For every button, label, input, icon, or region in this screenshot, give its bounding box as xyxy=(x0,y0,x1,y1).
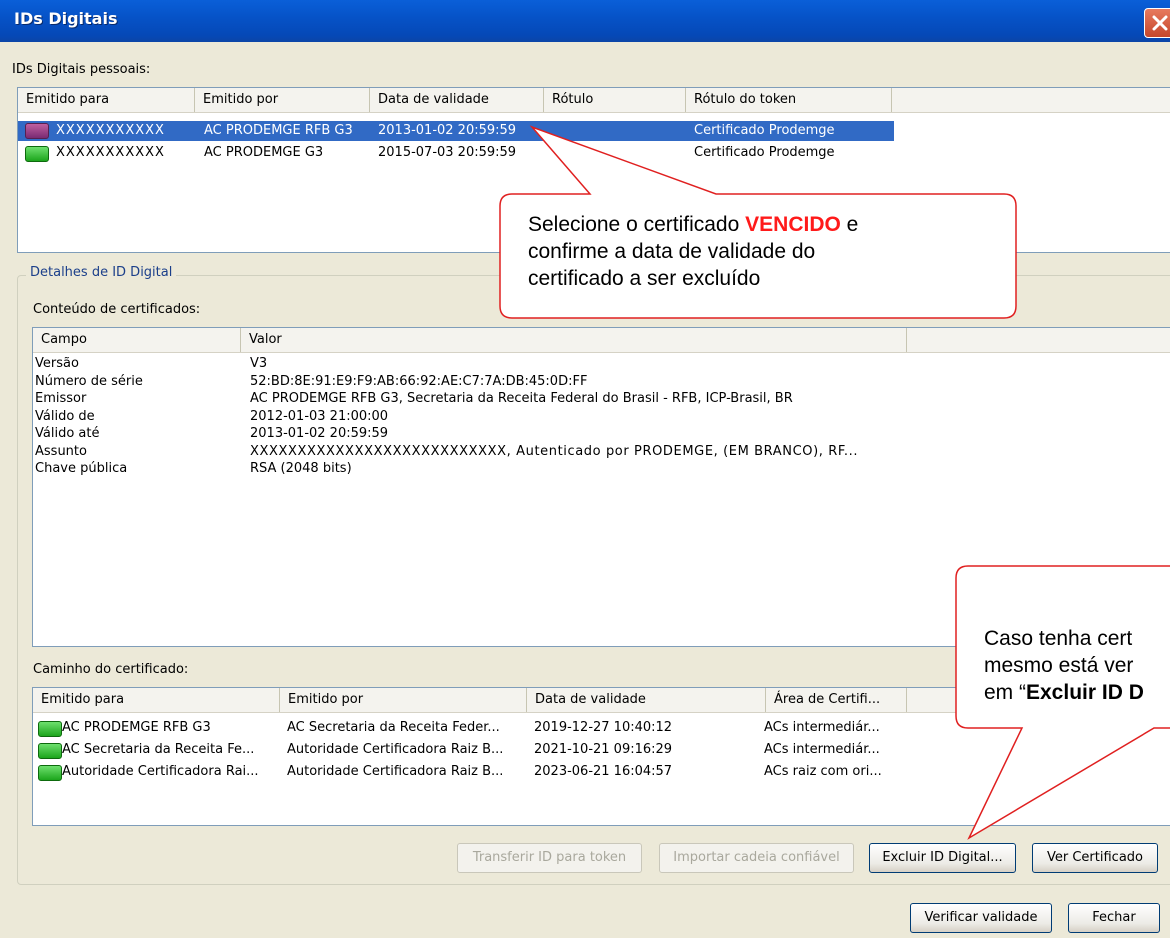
annotation-callouts xyxy=(499,125,1170,840)
callout-text-delete-id: Caso tenha cert mesmo está ver em “Exclu… xyxy=(984,627,1144,704)
callout-text-select-expired: Selecione o certificado VENCIDO e confir… xyxy=(528,213,859,290)
digital-ids-window: IDs Digitais IDs Digitais pessoais: Emit… xyxy=(0,0,1170,938)
expired-highlight: VENCIDO xyxy=(745,213,841,236)
delete-id-highlight: Excluir ID D xyxy=(1026,681,1144,704)
